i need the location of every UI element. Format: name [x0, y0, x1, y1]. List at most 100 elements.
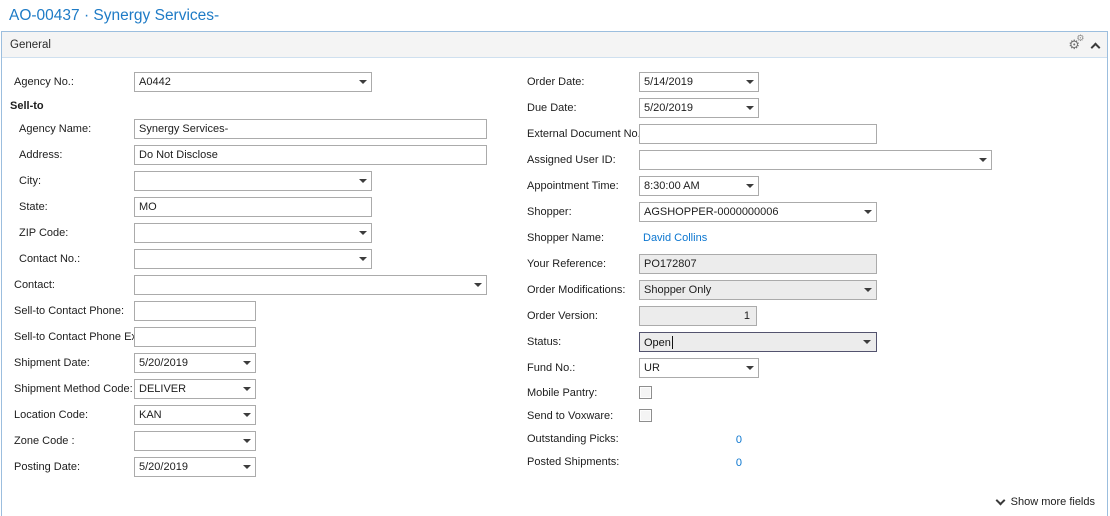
posted-shipments-value-link[interactable]: 0	[736, 457, 742, 469]
contact-combobox	[134, 275, 487, 295]
posting-date-combobox	[134, 457, 256, 477]
state-row: State:	[2, 194, 522, 220]
order-date-row: Order Date:	[527, 69, 1103, 95]
chevron-down-icon	[995, 496, 1005, 506]
shipment-date-row: Shipment Date:	[2, 350, 522, 376]
page-title: AO-00437 · Synergy Services-	[0, 0, 1110, 30]
agency-name-label: Agency Name:	[2, 123, 134, 135]
shopper-name-row: Shopper Name: David Collins	[527, 225, 1103, 251]
dropdown-arrow-icon[interactable]	[746, 184, 754, 192]
zone-code-label: Zone Code :	[2, 435, 134, 447]
state-label: State:	[2, 201, 134, 213]
dropdown-arrow-icon[interactable]	[746, 366, 754, 374]
your-reference-label: Your Reference:	[527, 258, 639, 270]
order-modifications-label: Order Modifications:	[527, 284, 639, 296]
status-combobox[interactable]: Open	[639, 332, 877, 352]
dropdown-arrow-icon[interactable]	[243, 465, 251, 473]
left-column: Agency No.: Sell-to Agency Name: Address…	[2, 69, 522, 480]
order-date-combobox	[639, 72, 759, 92]
zip-code-input[interactable]	[134, 223, 372, 243]
sell-to-contact-phone-ext-input[interactable]	[134, 327, 256, 347]
dropdown-arrow-icon[interactable]	[474, 283, 482, 291]
posting-date-input[interactable]	[134, 457, 256, 477]
dropdown-arrow-icon[interactable]	[864, 288, 872, 296]
city-input[interactable]	[134, 171, 372, 191]
dropdown-arrow-icon[interactable]	[863, 340, 871, 348]
right-column: Order Date: Due Date: External Document …	[527, 69, 1103, 473]
shipment-method-code-combobox	[134, 379, 256, 399]
due-date-combobox	[639, 98, 759, 118]
your-reference-input	[639, 254, 877, 274]
appointment-time-input[interactable]	[639, 176, 759, 196]
state-input[interactable]	[134, 197, 372, 217]
address-input[interactable]	[134, 145, 487, 165]
dropdown-arrow-icon[interactable]	[359, 80, 367, 88]
agency-name-input[interactable]	[134, 119, 487, 139]
mobile-pantry-row: Mobile Pantry:	[527, 381, 1103, 404]
show-more-fields-button[interactable]: Show more fields	[997, 496, 1095, 508]
dropdown-arrow-icon[interactable]	[243, 439, 251, 447]
city-combobox	[134, 171, 372, 191]
send-to-voxware-label: Send to Voxware:	[527, 410, 639, 422]
fund-no-input[interactable]	[639, 358, 759, 378]
section-title: General	[10, 39, 51, 51]
sell-to-contact-phone-ext-row: Sell-to Contact Phone Ext.:	[2, 324, 522, 350]
dropdown-arrow-icon[interactable]	[979, 158, 987, 166]
shipment-date-combobox	[134, 353, 256, 373]
sell-to-contact-phone-input[interactable]	[134, 301, 256, 321]
status-label: Status:	[527, 336, 639, 348]
dropdown-arrow-icon[interactable]	[864, 210, 872, 218]
shopper-name-link[interactable]: David Collins	[639, 232, 707, 244]
status-value: Open	[640, 334, 671, 352]
dropdown-arrow-icon[interactable]	[746, 80, 754, 88]
assigned-user-id-row: Assigned User ID:	[527, 147, 1103, 173]
dropdown-arrow-icon[interactable]	[243, 387, 251, 395]
contact-no-input[interactable]	[134, 249, 372, 269]
location-code-input[interactable]	[134, 405, 256, 425]
collapse-section-chevron-up-icon[interactable]	[1091, 42, 1101, 52]
agency-name-row: Agency Name:	[2, 116, 522, 142]
dropdown-arrow-icon[interactable]	[243, 413, 251, 421]
sell-to-contact-phone-label: Sell-to Contact Phone:	[2, 305, 134, 317]
external-document-no-field	[639, 124, 877, 144]
shopper-row: Shopper:	[527, 199, 1103, 225]
address-label: Address:	[2, 149, 134, 161]
order-version-row: Order Version: 1	[527, 303, 1103, 329]
customize-gears-icon[interactable]: ⚙⚙	[1068, 39, 1080, 52]
fund-no-row: Fund No.:	[527, 355, 1103, 381]
order-version-field: 1	[639, 306, 757, 326]
location-code-label: Location Code:	[2, 409, 134, 421]
shopper-name-label: Shopper Name:	[527, 232, 639, 244]
agency-no-input[interactable]	[134, 72, 372, 92]
shopper-input[interactable]	[639, 202, 877, 222]
address-row: Address:	[2, 142, 522, 168]
order-version-label: Order Version:	[527, 310, 639, 322]
posting-date-row: Posting Date:	[2, 454, 522, 480]
shipment-date-input[interactable]	[134, 353, 256, 373]
shipment-method-code-label: Shipment Method Code:	[2, 383, 134, 395]
assigned-user-id-input[interactable]	[639, 150, 992, 170]
dropdown-arrow-icon[interactable]	[746, 106, 754, 114]
order-modifications-input[interactable]	[639, 280, 877, 300]
show-more-fields-label: Show more fields	[1011, 496, 1095, 508]
shipment-method-code-input[interactable]	[134, 379, 256, 399]
due-date-input[interactable]	[639, 98, 759, 118]
location-code-row: Location Code:	[2, 402, 522, 428]
mobile-pantry-checkbox[interactable]	[639, 386, 652, 399]
contact-row: Contact:	[2, 272, 522, 298]
dropdown-arrow-icon[interactable]	[359, 231, 367, 239]
your-reference-row: Your Reference:	[527, 251, 1103, 277]
agency-no-combobox	[134, 72, 372, 92]
small-gear-icon: ⚙	[1076, 35, 1084, 44]
send-to-voxware-checkbox[interactable]	[639, 409, 652, 422]
dropdown-arrow-icon[interactable]	[359, 179, 367, 187]
external-document-no-input[interactable]	[639, 124, 877, 144]
contact-input[interactable]	[134, 275, 487, 295]
dropdown-arrow-icon[interactable]	[243, 361, 251, 369]
appointment-time-row: Appointment Time:	[527, 173, 1103, 199]
outstanding-picks-value-link[interactable]: 0	[736, 434, 742, 446]
dropdown-arrow-icon[interactable]	[359, 257, 367, 265]
zone-code-input[interactable]	[134, 431, 256, 451]
order-date-input[interactable]	[639, 72, 759, 92]
shipment-date-label: Shipment Date:	[2, 357, 134, 369]
